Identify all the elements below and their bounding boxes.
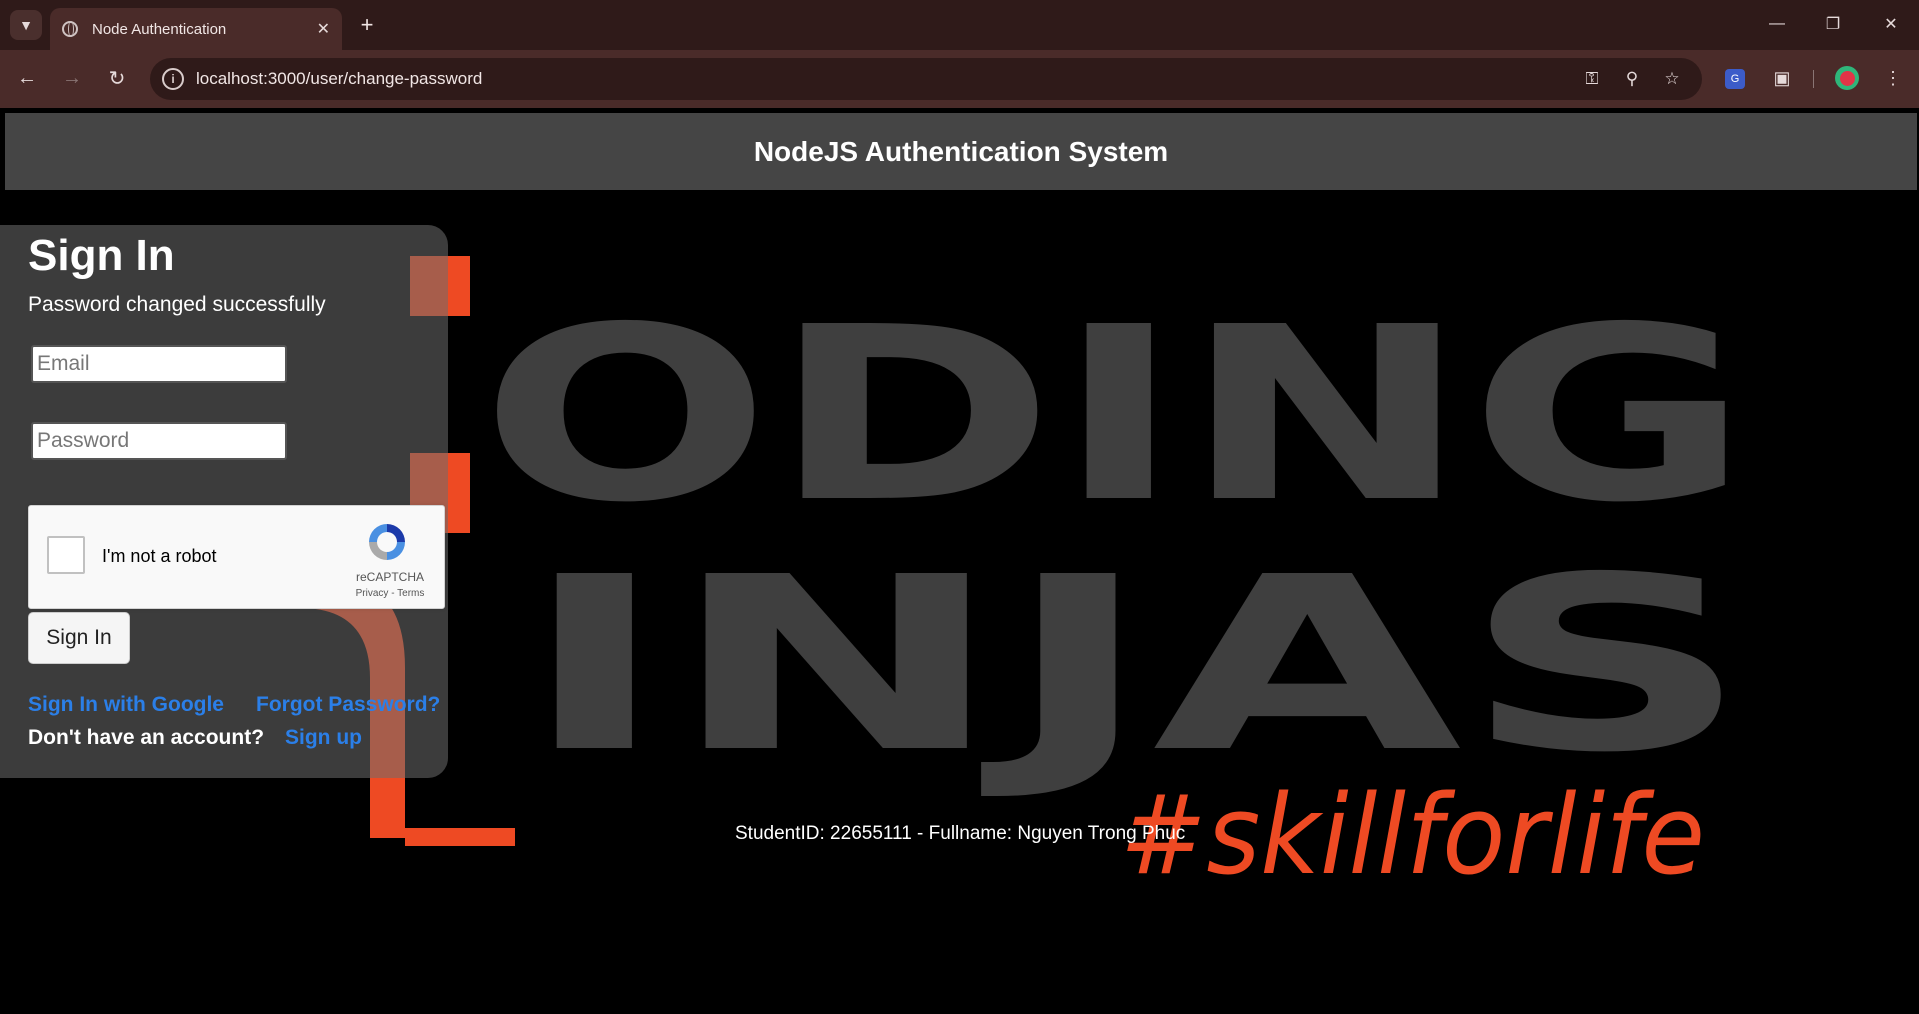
globe-icon bbox=[62, 21, 78, 37]
recaptcha-privacy-terms-links[interactable]: Privacy - Terms bbox=[345, 588, 435, 599]
tab-title: Node Authentication bbox=[92, 20, 227, 38]
tab-close-icon[interactable]: ✕ bbox=[317, 19, 330, 39]
profile-avatar[interactable] bbox=[1835, 66, 1859, 90]
page-viewport: NodeJS Authentication System ODING INJAS… bbox=[0, 108, 1919, 1014]
signup-link[interactable]: Sign up bbox=[285, 726, 362, 750]
forgot-password-link[interactable]: Forgot Password? bbox=[256, 693, 440, 717]
extensions-puzzle-icon[interactable]: ▣ bbox=[1767, 63, 1797, 93]
google-signin-link[interactable]: Sign In with Google bbox=[28, 693, 224, 717]
key-icon[interactable]: ⚿ bbox=[1580, 67, 1604, 91]
toolbar-divider bbox=[1813, 70, 1814, 88]
zoom-icon[interactable]: ⚲ bbox=[1620, 67, 1644, 91]
new-tab-button[interactable]: + bbox=[352, 10, 382, 40]
restore-icon[interactable]: ❐ bbox=[1808, 8, 1858, 40]
reload-icon[interactable]: ↻ bbox=[100, 61, 134, 95]
recaptcha-logo-icon bbox=[369, 524, 405, 560]
recaptcha-brand: reCAPTCHA bbox=[355, 570, 424, 584]
recaptcha-widget: I'm not a robot reCAPTCHA Privacy - Term… bbox=[28, 505, 445, 609]
forward-arrow-icon[interactable]: → bbox=[55, 61, 89, 95]
browser-tab[interactable]: Node Authentication ✕ bbox=[50, 8, 342, 50]
minimize-icon[interactable]: — bbox=[1752, 8, 1802, 40]
site-info-icon[interactable]: i bbox=[162, 68, 184, 90]
email-input[interactable] bbox=[31, 345, 287, 383]
signin-card: Sign In Password changed successfully I'… bbox=[0, 225, 448, 778]
signin-title: Sign In bbox=[28, 231, 175, 280]
success-message: Password changed successfully bbox=[28, 293, 326, 316]
tab-search-chevron-icon[interactable]: ▼ bbox=[10, 10, 42, 40]
browser-tab-bar: ▼ Node Authentication ✕ + — ❐ ✕ bbox=[0, 0, 1919, 50]
bookmark-star-icon[interactable]: ☆ bbox=[1660, 67, 1684, 91]
recaptcha-label: I'm not a robot bbox=[102, 546, 217, 566]
signin-button[interactable]: Sign In bbox=[28, 612, 130, 664]
back-arrow-icon[interactable]: ← bbox=[10, 61, 44, 95]
address-bar[interactable]: i localhost:3000/user/change-password ⚿ … bbox=[150, 58, 1702, 100]
url-text[interactable]: localhost:3000/user/change-password bbox=[196, 69, 482, 89]
password-input[interactable] bbox=[31, 422, 287, 460]
hashtag-text: #skillforlife bbox=[1120, 771, 1705, 899]
translate-extension-icon[interactable]: G bbox=[1725, 69, 1745, 89]
logo-line-1: ODING bbox=[480, 275, 1750, 555]
recaptcha-checkbox[interactable] bbox=[47, 536, 85, 574]
more-menu-icon[interactable]: ⋮ bbox=[1878, 63, 1908, 93]
browser-toolbar: ← → ↻ i localhost:3000/user/change-passw… bbox=[0, 50, 1919, 108]
window-close-icon[interactable]: ✕ bbox=[1866, 8, 1916, 40]
logo-line-2: INJAS bbox=[520, 525, 1750, 805]
student-info: StudentID: 22655111 - Fullname: Nguyen T… bbox=[735, 823, 1186, 844]
no-account-text: Don't have an account? bbox=[28, 726, 265, 749]
